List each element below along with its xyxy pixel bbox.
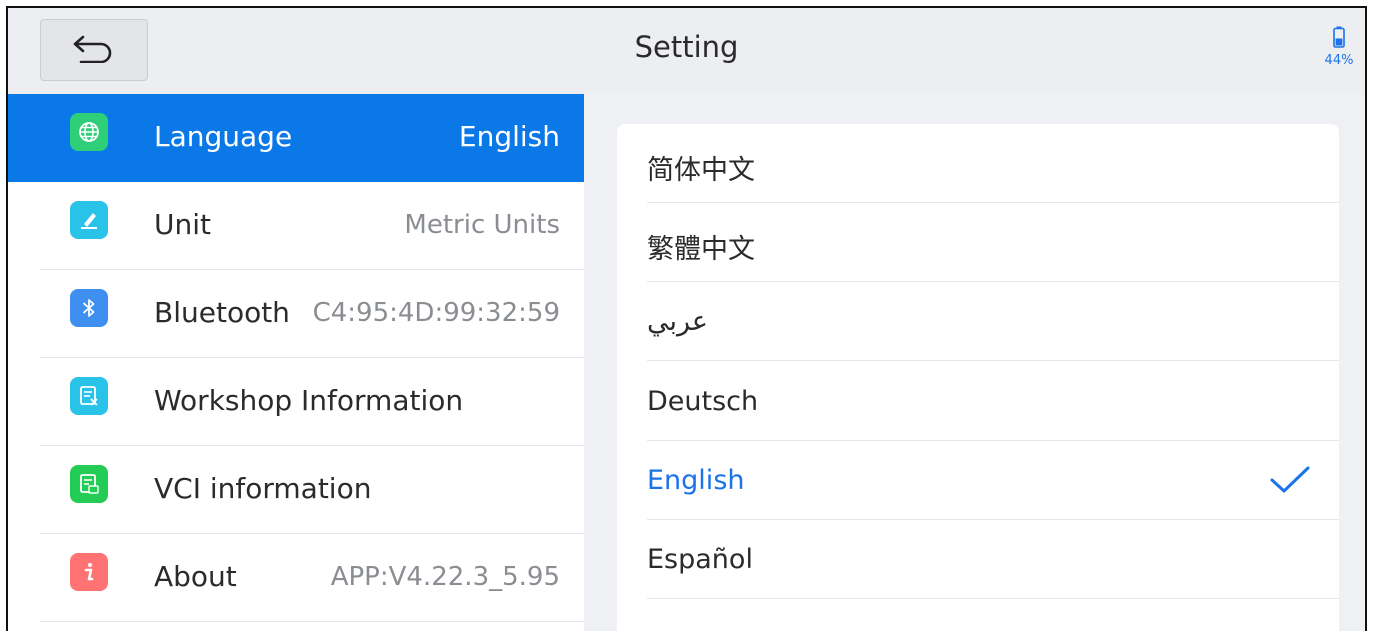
language-label: Deutsch: [647, 386, 759, 417]
menu-item-unit[interactable]: Unit Metric Units: [8, 182, 584, 270]
menu-item-label: Language: [154, 120, 293, 153]
menu-item-value: APP:V4.22.3_5.95: [330, 562, 560, 592]
language-option-selected[interactable]: English: [617, 441, 1339, 520]
language-option[interactable]: Español: [617, 520, 1339, 599]
page-title: Setting: [634, 30, 739, 64]
language-list: 简体中文 繁體中文 عربي Deutsch English Español: [617, 124, 1339, 631]
menu-item-value: Metric Units: [404, 210, 560, 240]
language-option[interactable]: 繁體中文: [617, 203, 1339, 282]
vci-doc-icon: [70, 465, 108, 503]
menu-item-label: About: [154, 560, 237, 593]
menu-item-label: Unit: [154, 208, 211, 241]
workshop-doc-icon: [70, 377, 108, 415]
menu-item-workshop-information[interactable]: Workshop Information: [8, 358, 584, 446]
info-icon: [70, 553, 108, 591]
language-option[interactable]: 简体中文: [617, 124, 1339, 203]
menu-item-language[interactable]: Language English: [8, 94, 584, 182]
bluetooth-icon: [70, 289, 108, 327]
divider: [647, 360, 1339, 361]
app-window: Setting 44% Language English Unit Metric…: [6, 6, 1367, 631]
menu-item-label: Workshop Information: [154, 384, 464, 417]
globe-icon: [70, 113, 108, 151]
language-label: 简体中文: [647, 155, 755, 186]
battery-percent: 44%: [1324, 53, 1354, 68]
language-label: Español: [647, 544, 753, 575]
battery-icon: [1333, 26, 1345, 52]
menu-item-vci-information[interactable]: VCI information: [8, 446, 584, 534]
language-label: 繁體中文: [647, 234, 755, 265]
ruler-pencil-icon: [70, 201, 108, 239]
divider: [647, 598, 1339, 599]
divider: [40, 621, 584, 622]
settings-menu: Language English Unit Metric Units Bluet…: [8, 94, 584, 631]
menu-item-about[interactable]: About APP:V4.22.3_5.95: [8, 534, 584, 622]
battery-status: 44%: [1319, 26, 1359, 68]
language-label: English: [647, 465, 745, 496]
menu-item-label: VCI information: [154, 472, 372, 505]
menu-item-value: English: [458, 120, 560, 153]
language-option[interactable]: Deutsch: [617, 362, 1339, 441]
language-label: عربي: [647, 306, 709, 337]
language-option[interactable]: عربي: [617, 282, 1339, 361]
checkmark-icon: [1269, 465, 1311, 499]
menu-item-value: C4:95:4D:99:32:59: [312, 298, 560, 328]
menu-item-bluetooth[interactable]: Bluetooth C4:95:4D:99:32:59: [8, 270, 584, 358]
header-bar: Setting 44%: [8, 8, 1365, 94]
menu-item-label: Bluetooth: [154, 296, 290, 329]
